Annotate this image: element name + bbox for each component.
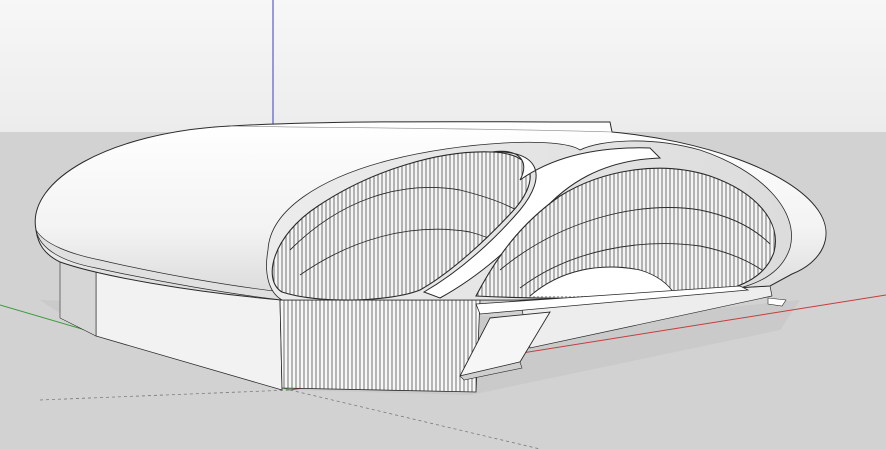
model-viewport[interactable] [0, 0, 886, 449]
lower-fins [280, 300, 480, 392]
sky-background [0, 0, 886, 132]
scene-canvas[interactable] [0, 0, 886, 449]
